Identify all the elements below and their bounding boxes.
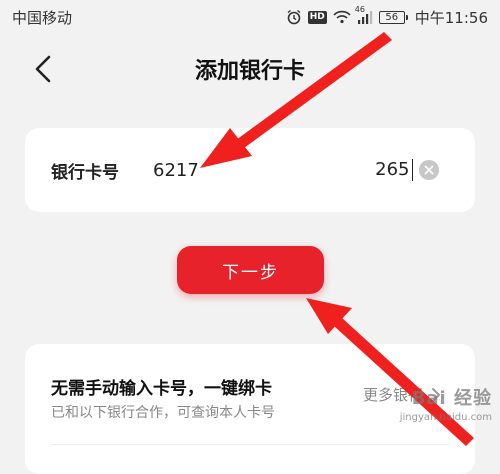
clear-button[interactable] — [419, 160, 439, 180]
text-caret — [411, 159, 413, 181]
card-number-end-wrap: 265 — [375, 159, 413, 181]
status-icons: HD 46 56 中午11:56 — [286, 5, 488, 28]
signal-icon: 46 — [355, 5, 373, 24]
card-number-label: 银行卡号 — [51, 162, 119, 183]
baidu-watermark: Bai 经验 jingyan.baidu.com — [380, 384, 492, 450]
clock: 中午11:56 — [414, 8, 488, 27]
page-title: 添加银行卡 — [194, 59, 305, 84]
bind-title: 无需手动输入卡号，一键绑卡 — [51, 379, 272, 399]
bind-subtitle: 已和以下银行合作，可查询本人卡号 — [51, 405, 275, 421]
card-number-field[interactable]: 银行卡号 6217 265 — [25, 128, 475, 212]
card-number-input[interactable]: 6217 265 — [153, 159, 413, 181]
baidu-logo: Bai 经验 — [411, 388, 492, 409]
card-number-start: 6217 — [153, 159, 199, 181]
alarm-icon — [286, 9, 302, 25]
wifi-icon — [333, 10, 351, 24]
nav-bar: 添加银行卡 — [0, 44, 500, 94]
card-number-end: 265 — [375, 159, 410, 180]
status-bar: 中国移动 HD 46 56 中午11:56 — [0, 0, 500, 34]
chevron-left-icon — [35, 55, 51, 83]
carrier-name: 中国移动 — [12, 8, 73, 27]
watermark-url: jingyan.baidu.com — [399, 412, 492, 423]
back-button[interactable] — [28, 52, 58, 86]
battery-icon: 56 — [378, 10, 408, 24]
clear-icon — [424, 165, 434, 175]
battery-level: 56 — [385, 11, 399, 23]
next-button[interactable]: 下一步 — [177, 246, 324, 294]
network-type-badge: 46 — [354, 5, 365, 14]
hd-icon: HD — [307, 10, 327, 24]
